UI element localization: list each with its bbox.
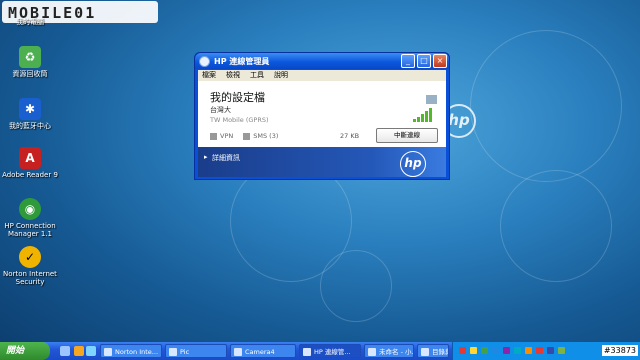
details-bar[interactable]: ▸ 詳細資訊 hp: [198, 147, 446, 177]
task-label: 目錄與資料...: [432, 348, 448, 356]
disconnect-button[interactable]: 中斷連線: [376, 128, 438, 143]
signal-strength-icon: [413, 108, 435, 122]
notepad-icon: [368, 348, 376, 356]
watermark-code: #33873: [601, 345, 638, 356]
adobe-reader-icon: A: [19, 147, 41, 169]
system-tray: #33873: [452, 342, 640, 360]
close-button[interactable]: ×: [433, 54, 447, 68]
tray-icon[interactable]: [525, 347, 532, 354]
bg-swirl: [470, 30, 622, 182]
connection-panel: 我的設定檔 台灣大 TW Mobile (GPRS) VPN SMS (3) 2…: [198, 81, 446, 147]
desktop-icon-label: HP Connection Manager 1.1: [4, 222, 56, 238]
desktop-icon-label: Adobe Reader 9: [2, 171, 58, 179]
expand-arrow-icon: ▸: [204, 153, 208, 161]
globe-icon: [303, 348, 311, 356]
menu-bar: 檔案 檢視 工具 說明: [198, 70, 446, 81]
menu-tools[interactable]: 工具: [250, 70, 264, 81]
tray-icon[interactable]: [514, 347, 521, 354]
bluetooth-icon: ✱: [19, 98, 41, 120]
task-camera4[interactable]: Camera4: [230, 344, 296, 358]
desktop-icon-label: 我的電腦: [16, 18, 44, 26]
tray-icon[interactable]: [470, 347, 477, 354]
desktop-icon-label: 資源回收筒: [12, 70, 48, 78]
desktop-icon-norton[interactable]: ✓ Norton Internet Security: [0, 246, 60, 286]
tray-icon[interactable]: [547, 347, 554, 354]
bg-swirl: [500, 170, 612, 282]
tray-icon[interactable]: [503, 347, 510, 354]
task-notepad[interactable]: 未命名 - 小...: [364, 344, 414, 358]
folder-icon: [169, 348, 177, 356]
task-label: Norton Inte...: [115, 348, 159, 356]
folder-icon: [421, 348, 429, 356]
profile-dropdown-icon[interactable]: [426, 95, 437, 104]
details-label: 詳細資訊: [212, 154, 240, 162]
menu-help[interactable]: 說明: [274, 70, 288, 81]
desktop-icon-bluetooth[interactable]: ✱ 我的藍牙中心: [0, 98, 60, 130]
carrier-name: 台灣大: [210, 106, 231, 114]
quicklaunch-ie-icon[interactable]: [60, 346, 70, 356]
tray-icon[interactable]: [492, 347, 499, 354]
vpn-icon: [210, 132, 217, 140]
task-norton[interactable]: Norton Inte...: [100, 344, 162, 358]
norton-task-icon: [104, 348, 112, 356]
task-pic[interactable]: Pic: [165, 344, 227, 358]
bg-swirl: [320, 250, 392, 322]
desktop-icon-my-computer[interactable]: 我的電腦: [0, 18, 60, 26]
quicklaunch-media-icon[interactable]: [74, 346, 84, 356]
recycle-bin-icon: ♻: [19, 46, 41, 68]
task-label: Camera4: [245, 348, 275, 356]
desktop-icon-adobe-reader[interactable]: A Adobe Reader 9: [0, 147, 60, 179]
maximize-button[interactable]: □: [417, 54, 431, 68]
sms-status[interactable]: SMS (3): [243, 132, 278, 140]
minimize-button[interactable]: _: [401, 54, 415, 68]
desktop-icon-label: 我的藍牙中心: [9, 122, 51, 130]
app-globe-icon: [199, 55, 210, 67]
start-button[interactable]: 開始: [0, 342, 50, 360]
hp-connection-manager-window: HP 連線管理員 _ □ × 檔案 檢視 工具 說明 我的設定檔 台灣大 TW …: [194, 52, 450, 180]
tray-icon[interactable]: [558, 347, 565, 354]
desktop-icon-hp-connection-manager[interactable]: ◉ HP Connection Manager 1.1: [0, 198, 60, 238]
tray-icon[interactable]: [536, 347, 543, 354]
sms-icon: [243, 132, 251, 140]
task-hp-connection-manager[interactable]: HP 連線管...: [299, 344, 361, 358]
profile-name: 我的設定檔: [210, 91, 265, 104]
hp-logo: hp: [400, 151, 426, 177]
window-title: HP 連線管理員: [214, 56, 270, 66]
data-usage: 27 KB: [340, 132, 360, 140]
menu-view[interactable]: 檢視: [226, 70, 240, 81]
camera-icon: [234, 348, 242, 356]
network-name: TW Mobile (GPRS): [210, 116, 269, 124]
task-label: HP 連線管...: [314, 348, 351, 356]
taskbar: 開始 Norton Inte... Pic Camera4 HP 連線管... …: [0, 342, 640, 360]
task-label: 未命名 - 小...: [379, 348, 414, 356]
norton-icon: ✓: [19, 246, 41, 268]
status-row: VPN SMS (3): [210, 132, 278, 140]
desktop-icon-label: Norton Internet Security: [3, 270, 57, 286]
vpn-status[interactable]: VPN: [210, 132, 233, 140]
sms-label: SMS (3): [253, 132, 279, 140]
vpn-label: VPN: [220, 132, 234, 140]
desktop-icon-recycle-bin[interactable]: ♻ 資源回收筒: [0, 46, 60, 78]
tray-icon[interactable]: [459, 347, 466, 354]
window-titlebar[interactable]: HP 連線管理員 _ □ ×: [195, 53, 449, 69]
task-folder[interactable]: 目錄與資料...: [417, 344, 449, 358]
hp-connection-manager-icon: ◉: [19, 198, 41, 220]
menu-file[interactable]: 檔案: [202, 70, 216, 81]
quicklaunch-desktop-icon[interactable]: [86, 346, 96, 356]
task-label: Pic: [180, 348, 190, 356]
tray-icon[interactable]: [481, 347, 488, 354]
